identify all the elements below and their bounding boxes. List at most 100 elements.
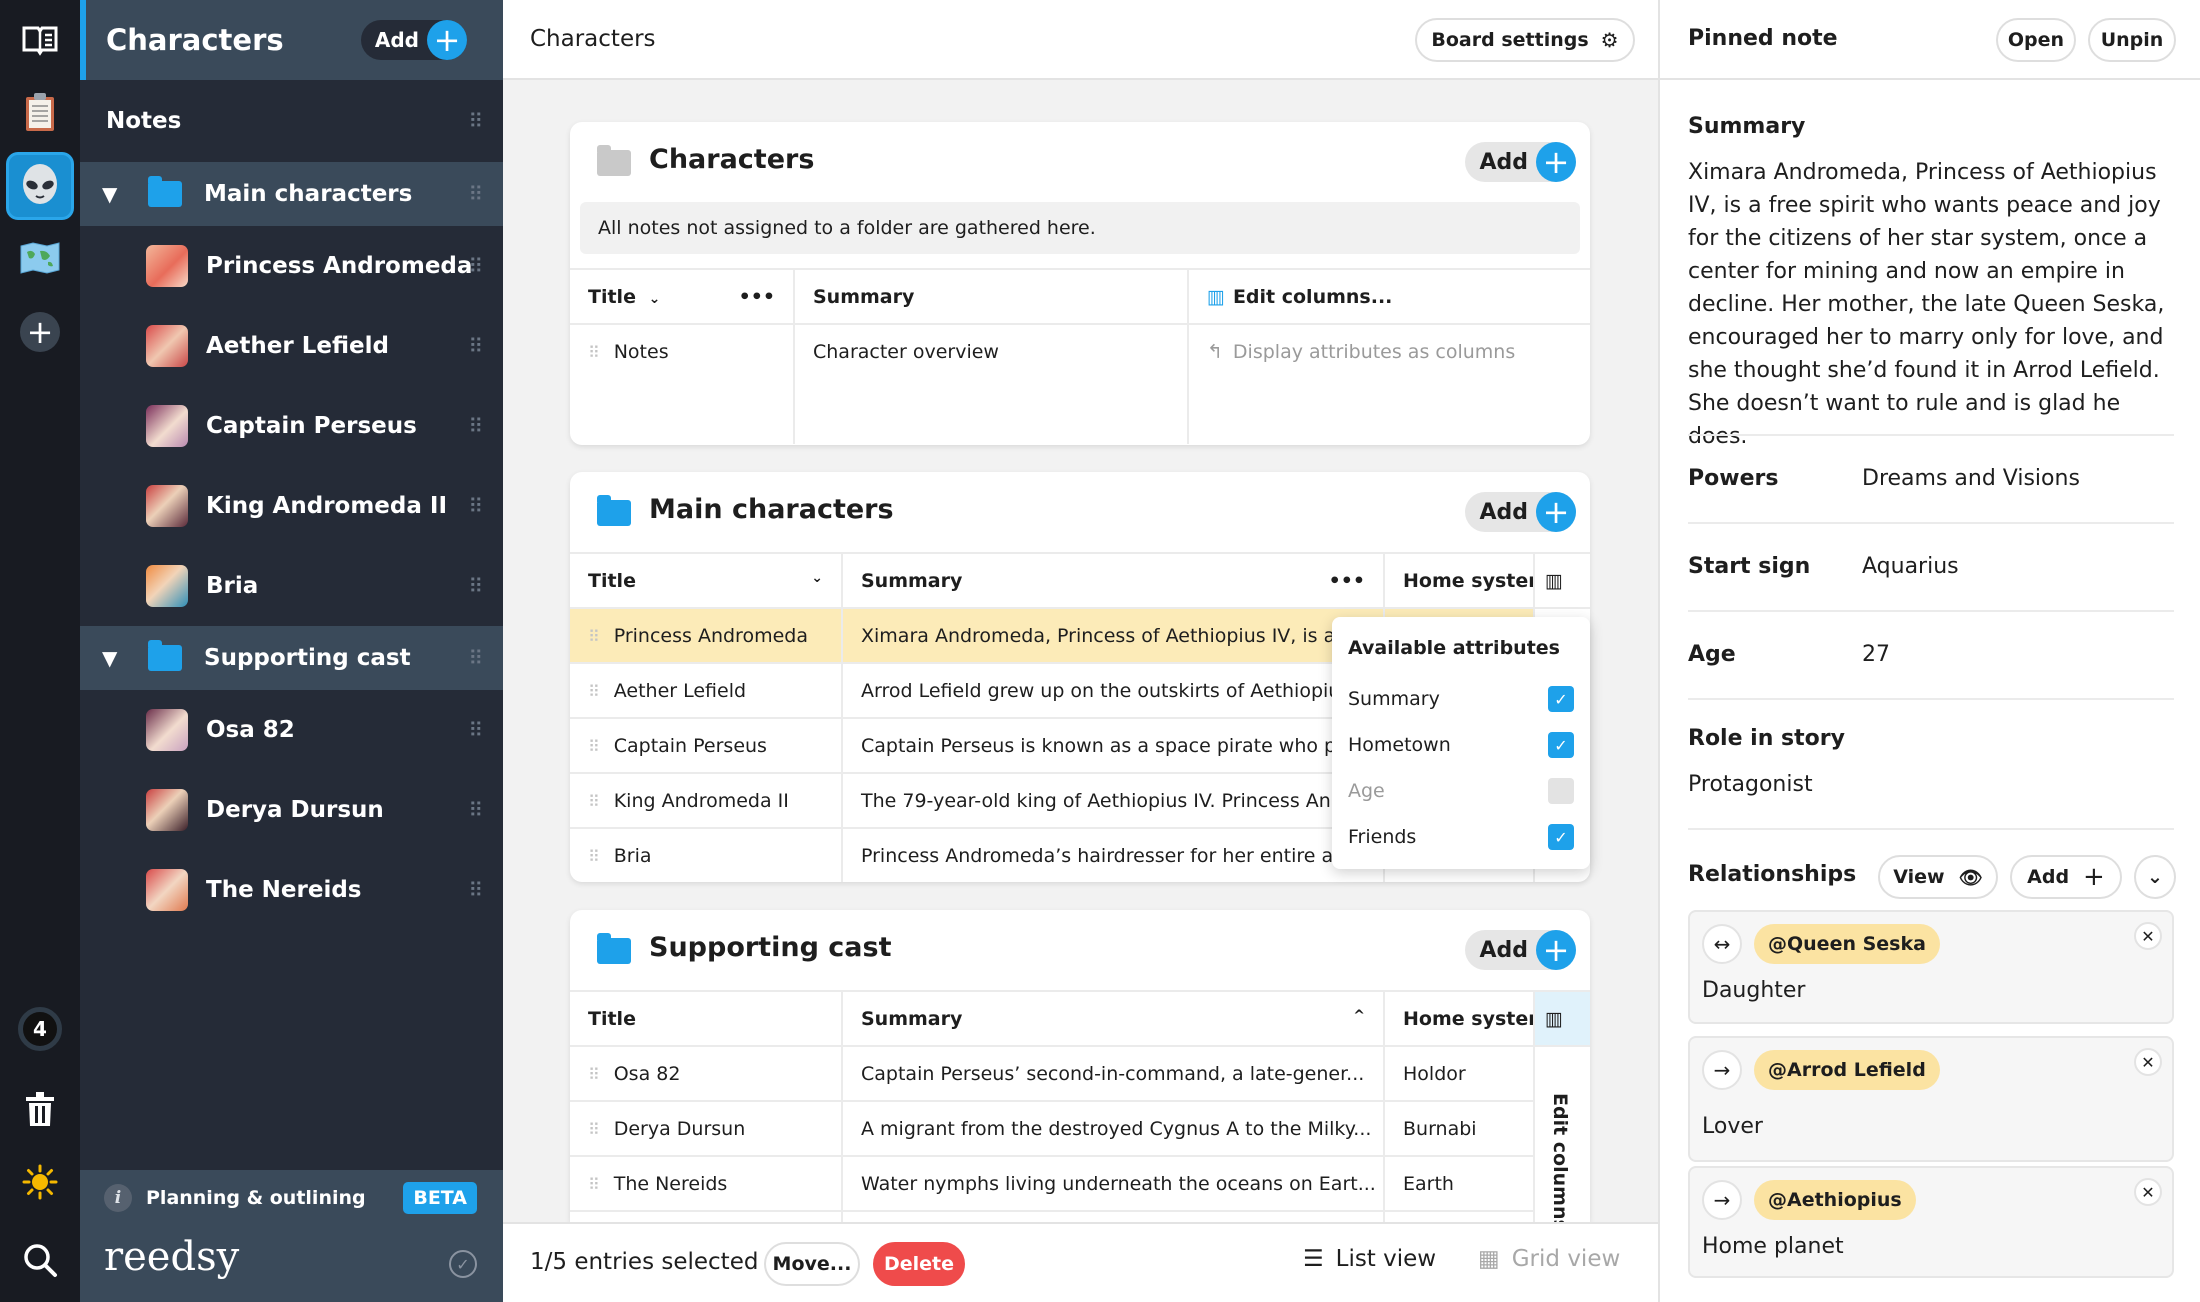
sidebar-folder-supporting-cast[interactable]: ▼ Supporting cast ⠿ — [80, 626, 503, 690]
drag-handle-icon[interactable]: ⠿ — [468, 256, 483, 276]
more-options-icon[interactable]: ••• — [1329, 570, 1365, 592]
sidebar-folder-main-characters[interactable]: ▼ Main characters ⠿ — [80, 162, 503, 226]
search-icon[interactable] — [8, 1228, 72, 1292]
column-header-home-system[interactable]: Home system — [1384, 990, 1535, 1046]
checkbox-checked[interactable]: ✓ — [1548, 686, 1574, 712]
sort-chevron-icon[interactable]: ⌄ — [649, 291, 661, 307]
alien-icon[interactable] — [6, 152, 74, 220]
sort-chevron-icon[interactable]: ⌄ — [811, 570, 823, 586]
drag-handle-icon[interactable]: ⠿ — [468, 336, 483, 356]
drag-handle-icon[interactable]: ⠿ — [588, 1120, 600, 1139]
attribute-option-summary[interactable]: Summary ✓ — [1348, 676, 1574, 722]
attribute-option-friends[interactable]: Friends ✓ — [1348, 814, 1574, 860]
column-header-title[interactable]: Title ⌄ — [570, 552, 843, 608]
edit-columns-button[interactable]: ▥ Edit columns... — [1188, 268, 1590, 324]
drag-handle-icon[interactable]: ⠿ — [588, 1175, 600, 1194]
expand-chevron-button[interactable]: ⌄ — [2134, 855, 2176, 899]
checkbox-checked[interactable]: ✓ — [1548, 732, 1574, 758]
sidebar-item-notes[interactable]: Notes ⠿ — [80, 80, 503, 162]
move-button[interactable]: Move... — [764, 1242, 860, 1286]
sidebar-item-character[interactable]: King Andromeda II ⠿ — [80, 466, 503, 546]
edit-columns-vertical-tab[interactable]: Edit columns — [1534, 1045, 1590, 1222]
drag-handle-icon[interactable]: ⠿ — [468, 416, 483, 436]
drag-handle-icon[interactable]: ⠿ — [588, 1065, 600, 1084]
book-icon[interactable] — [8, 8, 72, 72]
add-relationship-button[interactable]: Add + — [2010, 855, 2122, 899]
relationship-card[interactable]: ↔ @Queen Seska ✕ Daughter — [1688, 910, 2174, 1024]
drag-handle-icon[interactable]: ⠿ — [468, 648, 483, 668]
more-options-icon[interactable]: ••• — [739, 286, 775, 308]
add-note-button[interactable]: Add + — [1465, 492, 1576, 532]
table-row[interactable]: ⠿ Derya Dursun A migrant from the destroy… — [570, 1100, 1590, 1156]
relationship-card[interactable]: → @Arrod Lefield ✕ Lover — [1688, 1036, 2174, 1162]
column-header-home-system[interactable]: Home system — [1384, 552, 1535, 608]
relationship-card[interactable]: → @Aethiopius ✕ Home planet — [1688, 1166, 2174, 1278]
mention-tag[interactable]: @Aethiopius — [1754, 1180, 1916, 1220]
attribute-value[interactable]: Aquarius — [1862, 554, 1959, 579]
table-row[interactable]: ⠿ The Nereids Water nymphs living underne… — [570, 1155, 1590, 1211]
sidebar-item-character[interactable]: Princess Andromeda ⠿ — [80, 226, 503, 306]
table-row[interactable]: ⠿ Osa 82 Captain Perseus’ second-in-comma… — [570, 1045, 1590, 1222]
column-header-summary[interactable]: Summary ••• — [842, 552, 1385, 608]
sidebar-add-button[interactable]: Add + — [360, 20, 467, 60]
checkbox-checked[interactable]: ✓ — [1548, 824, 1574, 850]
column-header-title[interactable]: Title ⌄ ••• — [570, 268, 795, 324]
drag-handle-icon[interactable]: ⠿ — [588, 627, 600, 646]
add-note-button[interactable]: Add + — [1465, 930, 1576, 970]
planning-info-bar[interactable]: i Planning & outlining BETA — [80, 1170, 503, 1226]
column-header-summary[interactable]: Summary ^ — [842, 990, 1385, 1046]
sidebar-item-character[interactable]: Derya Dursun ⠿ — [80, 770, 503, 850]
board-settings-button[interactable]: Board settings ⚙ — [1415, 18, 1635, 62]
map-icon[interactable] — [8, 226, 72, 290]
sidebar-item-character[interactable]: Osa 82 ⠿ — [80, 690, 503, 770]
attribute-option-age[interactable]: Age — [1348, 768, 1574, 814]
drag-handle-icon[interactable]: ⠿ — [468, 576, 483, 596]
drag-handle-icon[interactable]: ⠿ — [588, 737, 600, 756]
edit-columns-icon[interactable]: ▥ — [1534, 552, 1590, 608]
open-button[interactable]: Open — [1996, 18, 2076, 62]
sort-up-chevron-icon[interactable]: ^ — [1353, 1008, 1365, 1024]
delete-button[interactable]: Delete — [873, 1242, 965, 1286]
drag-handle-icon[interactable]: ⠿ — [588, 792, 600, 811]
drag-handle-icon[interactable]: ⠿ — [588, 682, 600, 701]
add-note-button[interactable]: Add + — [1465, 142, 1576, 182]
attribute-value[interactable]: Dreams and Visions — [1862, 466, 2080, 491]
drag-handle-icon[interactable]: ⠿ — [468, 720, 483, 740]
drag-handle-icon[interactable]: ⠿ — [468, 880, 483, 900]
drag-handle-icon[interactable]: ⠿ — [468, 111, 483, 131]
list-view-button[interactable]: ☰ List view — [1303, 1246, 1436, 1272]
trash-icon[interactable] — [8, 1077, 72, 1141]
sidebar-item-character[interactable]: Aether Lefield ⠿ — [80, 306, 503, 386]
attribute-option-hometown[interactable]: Hometown ✓ — [1348, 722, 1574, 768]
sidebar-item-character[interactable]: Bria ⠿ — [80, 546, 503, 626]
sun-icon[interactable] — [8, 1150, 72, 1214]
grid-view-button[interactable]: ▦ Grid view — [1478, 1246, 1620, 1272]
remove-relationship-button[interactable]: ✕ — [2134, 922, 2162, 950]
sidebar-item-character[interactable]: The Nereids ⠿ — [80, 850, 503, 930]
drag-handle-icon[interactable]: ⠿ — [588, 847, 600, 866]
attribute-value[interactable]: 27 — [1862, 642, 1890, 667]
notification-count-badge[interactable]: 4 — [8, 997, 72, 1061]
remove-relationship-button[interactable]: ✕ — [2134, 1048, 2162, 1076]
collapse-triangle-icon[interactable]: ▼ — [102, 646, 117, 670]
summary-text[interactable]: Ximara Andromeda, Princess of Aethiopius… — [1688, 156, 2178, 453]
checkbox-unchecked[interactable] — [1548, 778, 1574, 804]
drag-handle-icon[interactable]: ⠿ — [468, 800, 483, 820]
mention-tag[interactable]: @Arrod Lefield — [1754, 1050, 1940, 1090]
column-header-summary[interactable]: Summary — [794, 268, 1189, 324]
remove-relationship-button[interactable]: ✕ — [2134, 1178, 2162, 1206]
drag-handle-icon[interactable]: ⠿ — [588, 343, 600, 362]
table-row[interactable]: ⠿ Notes Character overview ↰ Display attri… — [570, 323, 1590, 444]
clipboard-icon[interactable] — [8, 80, 72, 144]
sidebar-item-character[interactable]: Captain Perseus ⠿ — [80, 386, 503, 466]
unpin-button[interactable]: Unpin — [2088, 18, 2176, 62]
edit-columns-icon[interactable]: ▥ — [1534, 990, 1590, 1046]
view-relationships-button[interactable]: View 👁 — [1878, 855, 1998, 899]
mention-tag[interactable]: @Queen Seska — [1754, 924, 1940, 964]
drag-handle-icon[interactable]: ⠿ — [468, 496, 483, 516]
add-board-icon[interactable]: + — [8, 300, 72, 364]
collapse-triangle-icon[interactable]: ▼ — [102, 182, 117, 206]
column-header-title[interactable]: Title — [570, 990, 843, 1046]
drag-handle-icon[interactable]: ⠿ — [468, 184, 483, 204]
role-value[interactable]: Protagonist — [1688, 772, 1813, 797]
